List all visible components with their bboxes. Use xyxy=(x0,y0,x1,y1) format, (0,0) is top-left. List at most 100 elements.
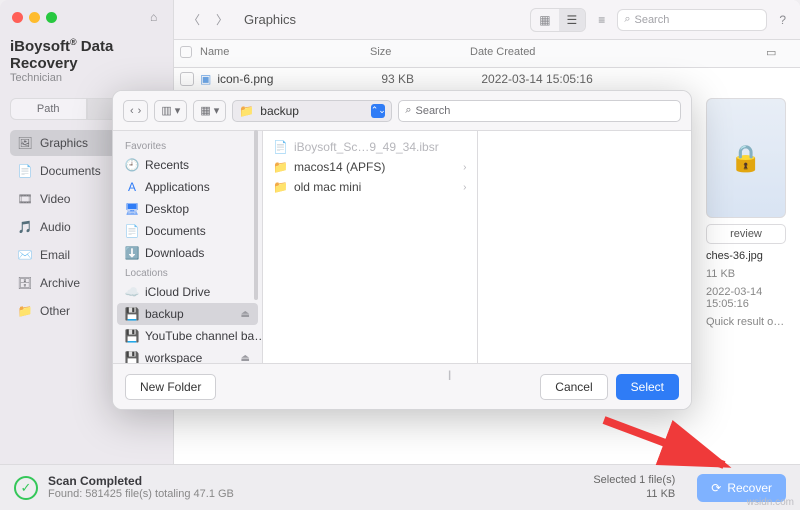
filter-icon[interactable]: ≡ xyxy=(594,9,609,31)
recover-label: Recover xyxy=(727,481,772,495)
location-icon: A xyxy=(125,180,139,194)
picker-sidebar-item[interactable]: 💾 workspace ⏏ xyxy=(113,347,262,363)
preview-note: Quick result o… xyxy=(706,316,786,328)
minimize-window[interactable] xyxy=(29,12,40,23)
eject-icon[interactable]: ⏏ xyxy=(241,309,250,320)
location-icon: 💾 xyxy=(125,307,139,321)
picker-sidebar-item[interactable]: 🕘Recents xyxy=(113,154,262,176)
picker-footer: New Folder Cancel Select xyxy=(113,363,691,409)
sidebar-section-header: Favorites xyxy=(113,137,262,154)
picker-sidebar: Favorites🕘Recents A Applications 🖥Desktop📄D… xyxy=(113,131,263,363)
location-icon: 💾 xyxy=(125,351,139,363)
category-icon: 📄 xyxy=(18,164,32,178)
chevron-left-icon: ‹ xyxy=(130,105,134,117)
search-icon: ⌕ xyxy=(624,13,630,26)
app-subtitle: Technician xyxy=(10,72,163,84)
picker-sidebar-item[interactable]: 📄Documents xyxy=(113,220,262,242)
sidebar-item-label: Video xyxy=(40,192,70,206)
folder-icon: 📁 xyxy=(273,160,288,174)
picker-item[interactable]: 📁 macos14 (APFS) › xyxy=(263,157,477,177)
sidebar-section-header: Locations xyxy=(113,264,262,281)
eject-icon[interactable]: ⏏ xyxy=(241,353,250,364)
help-icon[interactable]: ? xyxy=(775,9,790,31)
picker-sidebar-item[interactable]: 💾YouTube channel ba…⏏ xyxy=(113,325,262,347)
watermark: wsidn.com xyxy=(747,497,794,508)
location-icon: ⬇️ xyxy=(125,246,139,260)
preview-button[interactable]: review xyxy=(706,224,786,244)
picker-sidebar-item[interactable]: A Applications xyxy=(113,176,262,198)
picker-sidebar-item[interactable]: ☁️iCloud Drive xyxy=(113,281,262,303)
picker-location-label: backup xyxy=(260,104,299,118)
tab-path[interactable]: Path xyxy=(10,98,87,120)
file-date: 2022-03-14 15:05:16 xyxy=(481,72,790,86)
sidebar-item-label: Graphics xyxy=(40,136,88,150)
nav-forward-icon[interactable]: 〉 xyxy=(212,11,232,28)
picker-item-label: old mac mini xyxy=(294,180,361,194)
folder-icon: 📁 xyxy=(239,104,254,118)
category-icon: 🎵 xyxy=(18,220,32,234)
sidebar-item-label: Archive xyxy=(40,276,80,290)
picker-sidebar-item[interactable]: 🖥Desktop xyxy=(113,198,262,220)
column-headers: Name Size Date Created ▭ xyxy=(174,40,800,68)
folder-picker-sheet: ‹› ▥ ▾ ▦ ▾ 📁 backup ⌃⌄ ⌕ Search Favorite… xyxy=(112,90,692,410)
chevron-right-icon: › xyxy=(463,182,466,193)
picker-item[interactable]: 📁 old mac mini › xyxy=(263,177,477,197)
window-controls xyxy=(10,8,163,33)
status-subtitle: Found: 581425 file(s) totaling 47.1 GB xyxy=(48,488,234,501)
row-checkbox[interactable] xyxy=(180,72,194,86)
status-bar: ✓ Scan Completed Found: 581425 file(s) t… xyxy=(0,464,800,510)
scrollbar[interactable] xyxy=(254,130,258,300)
picker-sidebar-item[interactable]: 💾 backup ⏏ xyxy=(117,303,258,325)
picker-toolbar: ‹› ▥ ▾ ▦ ▾ 📁 backup ⌃⌄ ⌕ Search xyxy=(113,91,691,131)
status-title: Scan Completed xyxy=(48,474,234,488)
location-icon: 📄 xyxy=(125,224,139,238)
col-preview-toggle[interactable]: ▭ xyxy=(766,46,790,61)
close-window[interactable] xyxy=(12,12,23,23)
search-field[interactable]: ⌕ Search xyxy=(617,9,767,31)
location-label: Applications xyxy=(145,180,210,194)
file-row[interactable]: ▣icon-6.png93 KB2022-03-14 15:05:16 xyxy=(174,68,800,90)
picker-column-2 xyxy=(478,131,692,363)
location-label: backup xyxy=(145,307,184,321)
picker-sidebar-item[interactable]: ⬇️Downloads xyxy=(113,242,262,264)
chevron-updown-icon: ⌃⌄ xyxy=(371,104,385,118)
location-icon: ☁️ xyxy=(125,285,139,299)
cancel-button[interactable]: Cancel xyxy=(540,374,607,400)
select-all-checkbox[interactable] xyxy=(180,46,192,58)
toolbar: 〈 〉 Graphics ▦ ☰ ≡ ⌕ Search ? xyxy=(174,0,800,40)
picker-item-label: iBoysoft_Sc…9_49_34.ibsr xyxy=(294,140,439,154)
picker-nav[interactable]: ‹› xyxy=(123,100,148,122)
picker-location[interactable]: 📁 backup ⌃⌄ xyxy=(232,100,392,122)
category-icon: 🖼 xyxy=(18,136,32,150)
col-name[interactable]: Name xyxy=(200,46,370,61)
new-folder-button[interactable]: New Folder xyxy=(125,374,216,400)
picker-view-columns[interactable]: ▥ ▾ xyxy=(154,100,187,122)
preview-filename: ches-36.jpg xyxy=(706,250,786,262)
sidebar-item-label: Other xyxy=(40,304,70,318)
folder-icon: 📁 xyxy=(273,180,288,194)
list-view-icon[interactable]: ☰ xyxy=(559,9,586,31)
search-icon: ⌕ xyxy=(405,104,411,117)
picker-group[interactable]: ▦ ▾ xyxy=(193,100,226,122)
col-date[interactable]: Date Created xyxy=(470,46,766,61)
file-size: 93 KB xyxy=(381,72,481,86)
location-label: workspace xyxy=(145,351,202,363)
chevron-right-icon: › xyxy=(463,162,466,173)
file-icon: 📄 xyxy=(273,140,288,154)
preview-panel: 🔒 review ches-36.jpg 11 KB 2022-03-14 15… xyxy=(706,98,786,328)
app-title: iBoysoft® Data Recovery xyxy=(10,37,163,72)
breadcrumb: Graphics xyxy=(244,12,296,27)
home-icon[interactable]: ⌂ xyxy=(150,10,157,24)
file-name: icon-6.png xyxy=(217,72,381,86)
picker-item-label: macos14 (APFS) xyxy=(294,160,385,174)
location-label: YouTube channel ba… xyxy=(145,329,262,343)
category-icon: ✉️ xyxy=(18,248,32,262)
col-size[interactable]: Size xyxy=(370,46,470,61)
zoom-window[interactable] xyxy=(46,12,57,23)
picker-search[interactable]: ⌕ Search xyxy=(398,100,681,122)
nav-back-icon[interactable]: 〈 xyxy=(184,11,204,28)
grid-view-icon[interactable]: ▦ xyxy=(531,9,558,31)
category-icon: 🗄 xyxy=(18,276,32,290)
select-button[interactable]: Select xyxy=(616,374,679,400)
column-resize-handle[interactable]: || xyxy=(448,370,449,381)
